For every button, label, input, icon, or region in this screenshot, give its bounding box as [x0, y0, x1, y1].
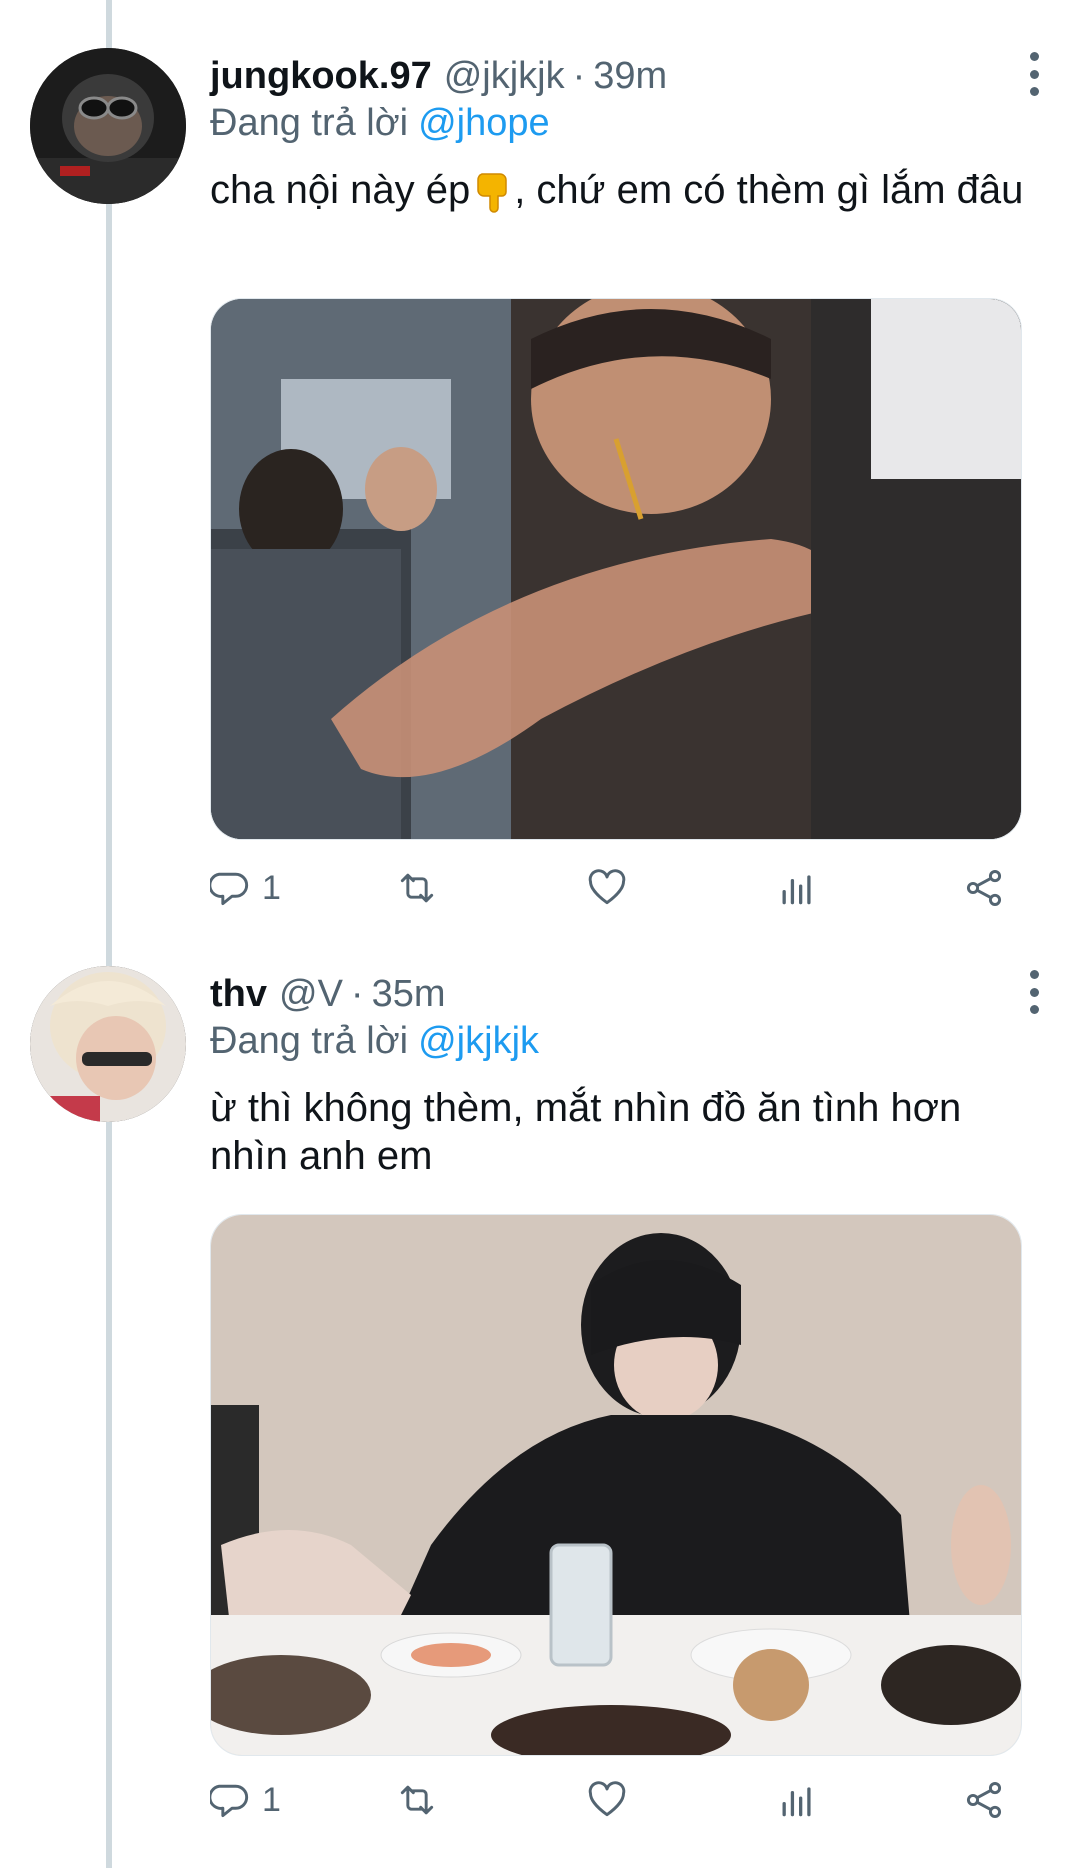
blonde-avatar-icon [30, 966, 186, 1122]
user-handle[interactable]: @V [279, 973, 343, 1016]
reply-icon [210, 872, 249, 906]
tweet-header: jungkook.97 @jkjkjk · 39m [210, 50, 667, 102]
helmet-avatar-icon [30, 48, 186, 204]
heart-icon [588, 869, 626, 905]
heart-icon [588, 1781, 626, 1817]
share-button[interactable] [962, 1770, 1006, 1830]
photo-icon [211, 1215, 1021, 1755]
avatar[interactable] [30, 48, 186, 204]
separator-dot: · [350, 972, 364, 1015]
more-dot [1029, 87, 1039, 96]
share-icon [966, 870, 1002, 906]
retweet-button[interactable] [395, 1770, 439, 1830]
more-options-button[interactable] [1022, 52, 1046, 96]
retweet-button[interactable] [395, 858, 439, 918]
thread-connector-line [106, 0, 112, 1868]
more-dot [1029, 987, 1039, 997]
replying-to-label: Đang trả lời [210, 1020, 409, 1062]
separator-dot: · [572, 54, 586, 97]
share-button[interactable] [962, 858, 1006, 918]
tweet-text: ừ thì không thèm, mắt nhìn đồ ăn tình hơ… [210, 1086, 962, 1178]
tweet-header: thv @V · 35m [210, 968, 446, 1020]
reply-count: 1 [262, 1780, 281, 1819]
views-icon [782, 1787, 811, 1817]
user-handle[interactable]: @jkjkjk [444, 55, 565, 98]
replying-to: Đang trả lời @jkjkjk [210, 1020, 539, 1063]
tweet-photo[interactable] [210, 1214, 1022, 1756]
like-button[interactable] [585, 1770, 629, 1830]
more-vertical-icon [1029, 52, 1039, 61]
reply-mention-link[interactable]: @jkjkjk [418, 1020, 539, 1062]
reply-button[interactable]: 1 [210, 1770, 281, 1830]
views-icon [782, 875, 811, 905]
avatar[interactable] [30, 966, 186, 1122]
more-options-button[interactable] [1022, 970, 1046, 1014]
more-dot [1029, 69, 1039, 79]
replying-to: Đang trả lời @jhope [210, 102, 550, 145]
retweet-icon [400, 873, 434, 903]
reply-button[interactable]: 1 [210, 858, 281, 918]
tweet-actions: 1 [210, 1770, 1020, 1830]
timestamp[interactable]: 35m [372, 973, 446, 1016]
more-vertical-icon [1029, 970, 1039, 979]
tweet-text: cha nội này ép , chứ em có thèm gì lắm đ… [210, 166, 1030, 214]
pointing-down-emoji-icon [477, 173, 507, 214]
views-button[interactable] [775, 1770, 819, 1830]
replying-to-label: Đang trả lời [210, 102, 409, 144]
reply-mention-link[interactable]: @jhope [418, 102, 550, 144]
display-name[interactable]: jungkook.97 [210, 55, 432, 98]
tweet-photo[interactable] [210, 298, 1022, 840]
reply-icon [210, 1784, 249, 1818]
reply-count: 1 [262, 868, 281, 907]
photo-icon [211, 299, 1021, 839]
display-name[interactable]: thv [210, 973, 267, 1016]
share-icon [966, 1782, 1002, 1818]
timestamp[interactable]: 39m [593, 55, 667, 98]
tweet-text-part: , chứ em có thèm gì lắm đâu [514, 168, 1024, 212]
like-button[interactable] [585, 858, 629, 918]
retweet-icon [400, 1785, 434, 1815]
tweet-actions: 1 [210, 858, 1020, 918]
more-dot [1029, 1005, 1039, 1014]
tweet-text-part: cha nội này ép [210, 168, 471, 212]
views-button[interactable] [775, 858, 819, 918]
